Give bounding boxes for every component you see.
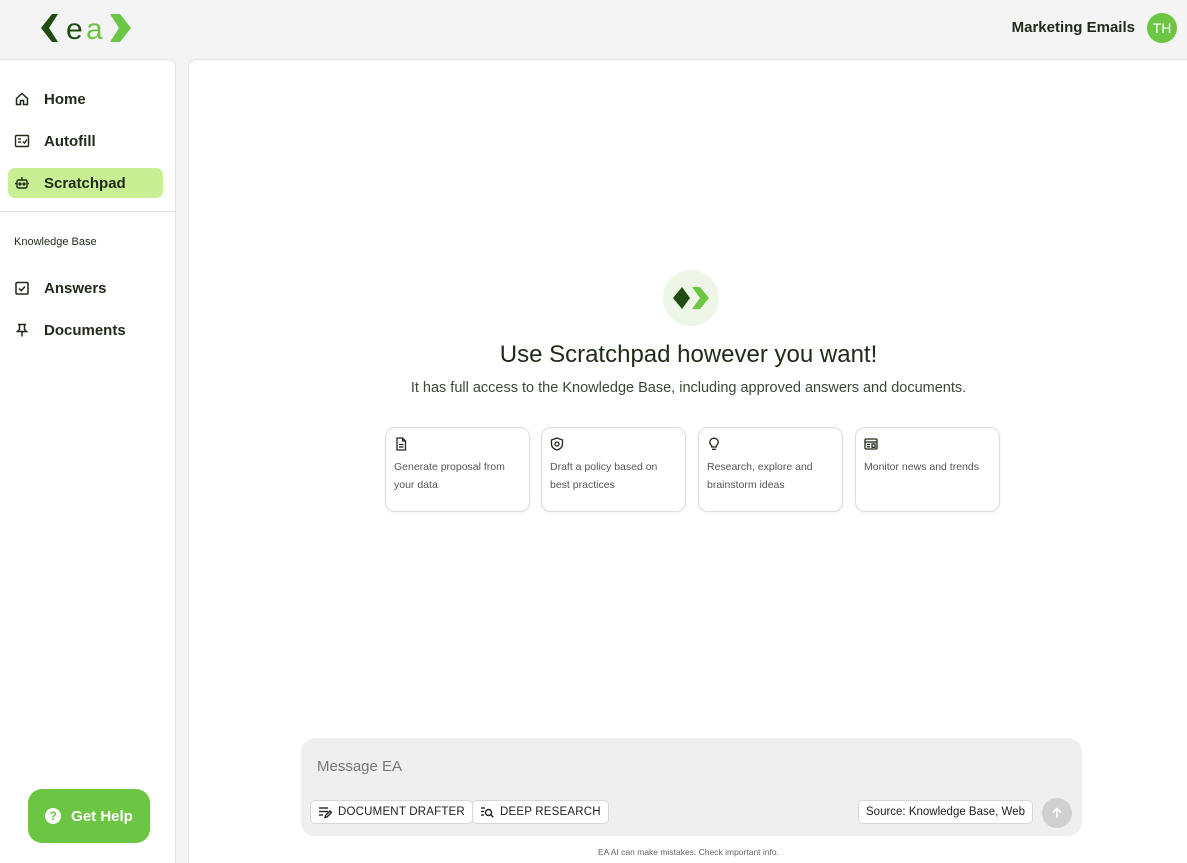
workspace-name[interactable]: Marketing Emails bbox=[1012, 19, 1135, 36]
card-text: Draft a policy based on best practices bbox=[550, 461, 658, 491]
deep-research-chip[interactable]: DEEP RESEARCH bbox=[472, 800, 609, 824]
document-icon bbox=[394, 437, 408, 451]
form-icon bbox=[14, 133, 30, 149]
sidebar-item-autofill[interactable]: Autofill bbox=[8, 126, 163, 156]
main-panel: Use Scratchpad however you want! It has … bbox=[188, 59, 1187, 863]
message-composer: DOCUMENT DRAFTER DEEP RESEARCH Source: K… bbox=[301, 738, 1082, 836]
card-text: Research, explore and brainstorm ideas bbox=[707, 461, 813, 491]
checkbox-icon bbox=[14, 280, 30, 296]
suggestion-card-proposal[interactable]: Generate proposal from your data bbox=[385, 427, 530, 512]
sidebar-divider bbox=[0, 211, 175, 212]
sidebar-item-label: Documents bbox=[44, 321, 126, 339]
suggestion-card-news[interactable]: Monitor news and trends bbox=[855, 427, 1000, 512]
sidebar-item-label: Autofill bbox=[44, 132, 96, 150]
sidebar-item-home[interactable]: Home bbox=[8, 84, 163, 114]
robot-icon bbox=[14, 175, 30, 191]
sidebar-item-documents[interactable]: Documents bbox=[8, 315, 163, 345]
lightbulb-icon bbox=[707, 437, 721, 451]
document-drafter-label: DOCUMENT DRAFTER bbox=[338, 806, 465, 818]
suggestion-card-research[interactable]: Research, explore and brainstorm ideas bbox=[698, 427, 843, 512]
card-text: Generate proposal from your data bbox=[394, 461, 505, 491]
get-help-button[interactable]: ? Get Help bbox=[28, 789, 150, 843]
ai-disclaimer: EA AI can make mistakes. Check important… bbox=[598, 847, 779, 857]
sidebar-item-label: Answers bbox=[44, 279, 107, 297]
sidebar-item-scratchpad[interactable]: Scratchpad bbox=[8, 168, 163, 198]
page-title: Use Scratchpad however you want! bbox=[499, 341, 878, 368]
edit-lines-icon bbox=[318, 805, 332, 819]
svg-text:e: e bbox=[66, 13, 83, 44]
page-subtitle: It has full access to the Knowledge Base… bbox=[410, 380, 967, 396]
home-icon bbox=[14, 91, 30, 107]
svg-text:a: a bbox=[86, 13, 103, 44]
get-help-label: Get Help bbox=[71, 807, 133, 825]
message-input[interactable] bbox=[301, 738, 1082, 794]
ea-logo[interactable]: e a bbox=[40, 12, 132, 44]
avatar[interactable]: TH bbox=[1147, 13, 1177, 43]
document-drafter-chip[interactable]: DOCUMENT DRAFTER bbox=[310, 800, 473, 824]
help-icon: ? bbox=[45, 808, 62, 824]
shield-icon bbox=[550, 437, 564, 451]
knowledge-base-section-label: Knowledge Base bbox=[14, 236, 97, 248]
search-list-icon bbox=[480, 805, 494, 819]
deep-research-label: DEEP RESEARCH bbox=[500, 806, 601, 818]
send-button[interactable] bbox=[1042, 798, 1072, 828]
newspaper-icon bbox=[864, 437, 878, 451]
sidebar-item-answers[interactable]: Answers bbox=[8, 273, 163, 303]
ea-mark-icon bbox=[673, 287, 709, 309]
top-bar: e a Marketing Emails TH bbox=[0, 0, 1187, 59]
source-selector[interactable]: Source: Knowledge Base, Web bbox=[858, 800, 1033, 824]
sidebar-item-label: Scratchpad bbox=[44, 174, 126, 192]
suggestion-card-policy[interactable]: Draft a policy based on best practices bbox=[541, 427, 686, 512]
card-text: Monitor news and trends bbox=[864, 461, 979, 473]
pin-icon bbox=[14, 322, 30, 338]
sidebar: Home Autofill Scratchpad Knowledge Base … bbox=[0, 59, 176, 863]
arrow-up-icon bbox=[1050, 806, 1064, 820]
sidebar-item-label: Home bbox=[44, 90, 86, 108]
scratchpad-badge bbox=[663, 270, 719, 326]
